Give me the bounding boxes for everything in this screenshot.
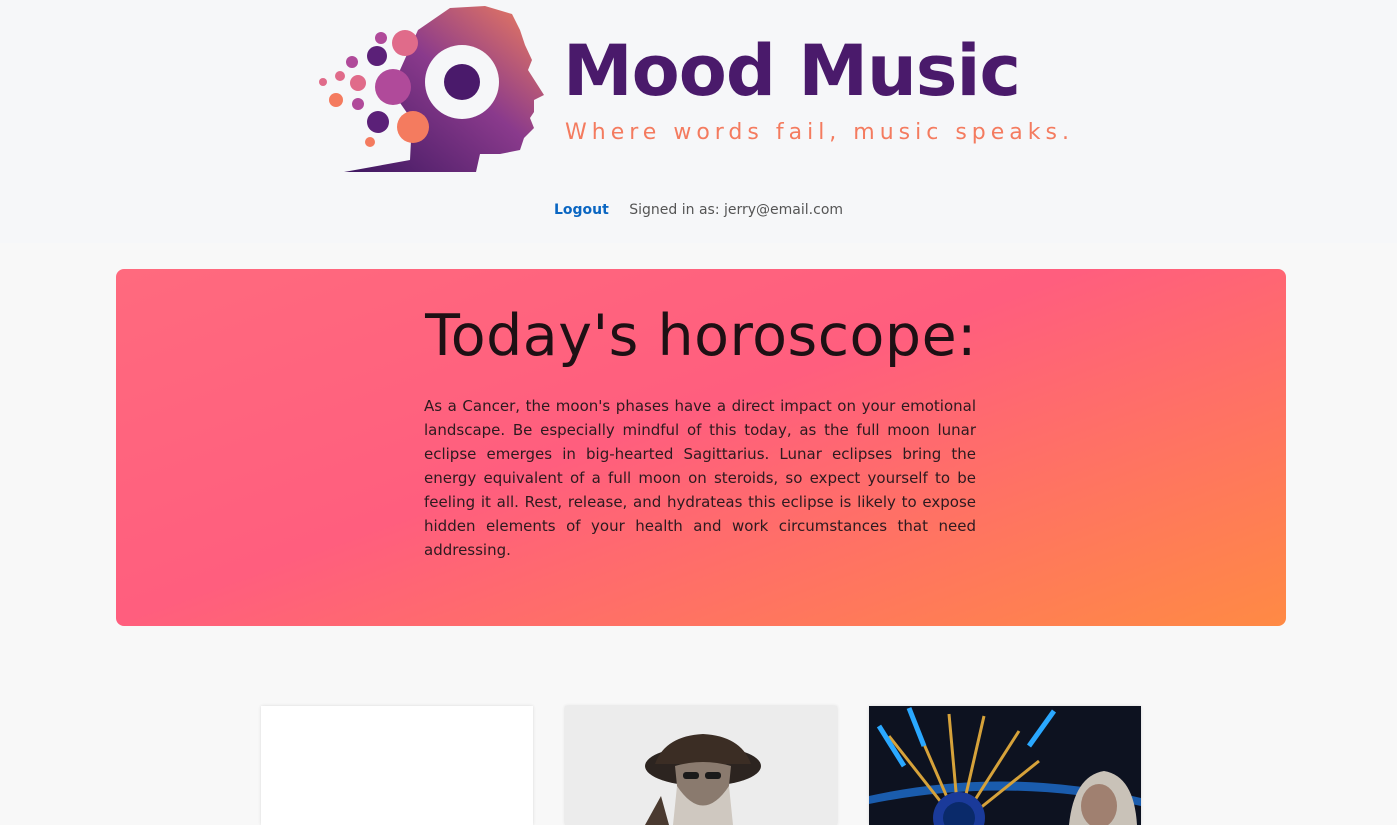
music-card-2[interactable] <box>565 706 837 825</box>
music-card-3[interactable] <box>869 706 1141 825</box>
horoscope-heading: Today's horoscope: <box>425 303 977 369</box>
logout-link[interactable]: Logout <box>554 202 609 218</box>
card-image-placeholder <box>261 706 533 825</box>
mood-music-logo[interactable]: Mood Music Where words fail, music speak… <box>300 0 1100 182</box>
album-art-image <box>869 706 1141 825</box>
user-nav: Logout Signed in as: jerry@email.com <box>0 202 1397 218</box>
signed-in-text: Signed in as: jerry@email.com <box>629 202 844 218</box>
head-headphones-logo-icon <box>319 6 544 172</box>
brand-title: Mood Music <box>563 30 1021 112</box>
music-card-1[interactable] <box>261 706 533 825</box>
artist-photo-image <box>565 706 837 825</box>
horoscope-panel: Today's horoscope: As a Cancer, the moon… <box>116 269 1286 626</box>
site-header: Mood Music Where words fail, music speak… <box>0 0 1397 243</box>
horoscope-text: As a Cancer, the moon's phases have a di… <box>424 397 976 559</box>
brand-tagline: Where words fail, music speaks. <box>565 120 1074 145</box>
